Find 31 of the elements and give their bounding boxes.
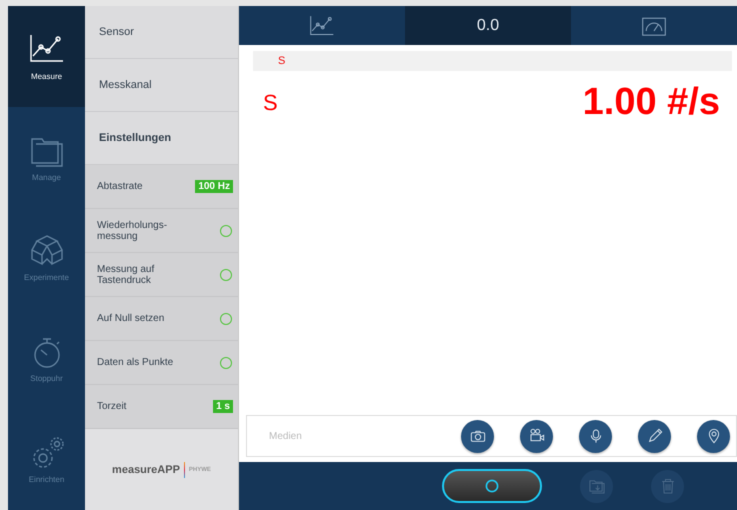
toggle[interactable] [220, 356, 232, 368]
toggle[interactable] [220, 312, 232, 324]
nav-item[interactable]: Stoppuhr [8, 308, 85, 410]
line-chart-icon [308, 14, 336, 38]
measured-value: 1.00 #/s [582, 81, 720, 124]
channel-symbol: S [263, 90, 278, 116]
toggle[interactable] [220, 224, 232, 236]
nav-item[interactable]: Manage [8, 106, 85, 208]
nav-item[interactable]: Measure [8, 6, 85, 107]
setting-label: Daten als Punkte [97, 357, 174, 368]
toggle[interactable] [220, 268, 232, 280]
record-button[interactable] [442, 469, 542, 503]
media-label: Medien [269, 430, 303, 442]
nav-item[interactable]: Einrichten [8, 409, 85, 510]
value-badge[interactable]: 1 s [213, 400, 233, 413]
value-badge[interactable]: 100 Hz [195, 180, 233, 193]
setting-label: Torzeit [97, 401, 126, 412]
channel-header: S [253, 51, 732, 71]
record-icon [484, 478, 500, 494]
nav-item[interactable]: Experimente [8, 208, 85, 308]
view-tab[interactable]: 0.0 [405, 6, 571, 45]
video-button[interactable] [520, 420, 553, 452]
setting-label: Abtastrate [97, 181, 143, 192]
app-logo-name: measureAPP [112, 464, 180, 476]
setting-label: Auf Null setzen [97, 313, 164, 324]
pin-button[interactable] [697, 420, 730, 452]
setting-label: Messung auf Tastendruck [97, 264, 154, 286]
setting-label: Wiederholungs- messung [97, 220, 168, 242]
camera-button[interactable] [461, 420, 494, 452]
pencil-button[interactable] [638, 420, 671, 452]
microphone-button[interactable] [579, 420, 612, 452]
